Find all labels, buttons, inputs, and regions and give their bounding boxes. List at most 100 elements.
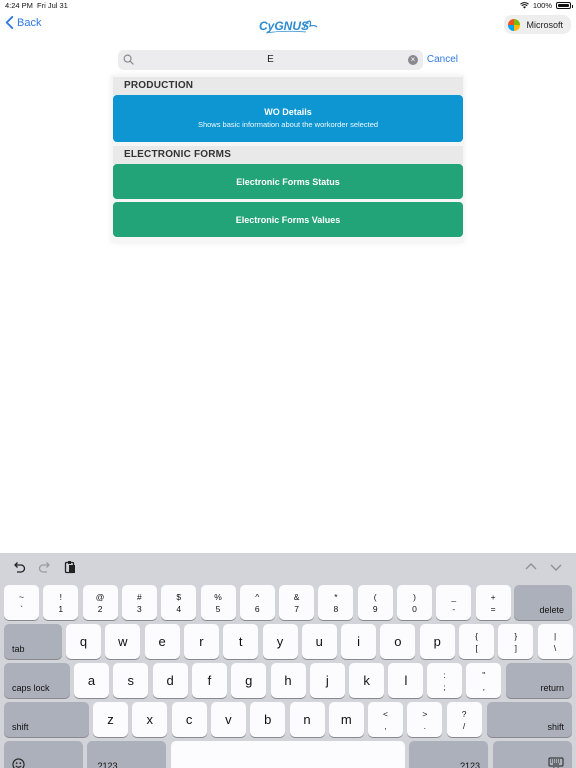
key-g[interactable]: g (231, 663, 267, 698)
key-c[interactable]: c (171, 702, 207, 737)
tab-key[interactable]: tab (4, 624, 62, 659)
key-label: c (185, 712, 193, 727)
key-1[interactable]: ! 1 (43, 585, 79, 620)
key-char: 1 (58, 603, 64, 614)
shift-left-key[interactable]: shift (4, 702, 89, 737)
key-j[interactable]: j (309, 663, 345, 698)
key-extra-z-2[interactable]: ? / (446, 702, 482, 737)
tile-wo-details[interactable]: WO Details Shows basic information about… (113, 95, 463, 142)
key-char: / (462, 720, 466, 731)
key-m[interactable]: m (328, 702, 364, 737)
space-key[interactable] (171, 741, 405, 768)
emoji-icon (12, 758, 25, 768)
key-char: 5 (215, 603, 221, 614)
key-5[interactable]: % 5 (200, 585, 236, 620)
tile-title: Electronic Forms Values (235, 215, 341, 225)
key-y[interactable]: y (262, 624, 298, 659)
tile-electronic-forms-values[interactable]: Electronic Forms Values (113, 202, 463, 237)
shift-right-key[interactable]: shift (487, 702, 572, 737)
key-k[interactable]: k (349, 663, 385, 698)
key-u[interactable]: u (301, 624, 337, 659)
key-z[interactable]: z (93, 702, 128, 737)
key-shift-char: * (334, 591, 338, 602)
key-label: v (225, 712, 232, 727)
chevron-down-icon[interactable] (549, 560, 563, 574)
key-extra-z-0[interactable]: <, (368, 702, 403, 737)
key-8[interactable]: * 8 (318, 585, 354, 620)
key-[[interactable]: {[ (459, 624, 494, 659)
tile-title: WO Details (264, 107, 312, 117)
numbers-key-right[interactable]: .?123 (409, 741, 488, 768)
key-`[interactable]: ~ ` (4, 585, 39, 620)
key-3[interactable]: #3 (121, 585, 157, 620)
keyboard-dismiss-key[interactable] (493, 741, 572, 768)
microsoft-label: Microsoft (526, 19, 563, 30)
key-q[interactable]: q (66, 624, 101, 659)
key-label: b (264, 712, 272, 727)
key-char: 4 (176, 603, 182, 614)
search-input[interactable]: E × (118, 50, 423, 70)
cancel-button[interactable]: Cancel (427, 54, 458, 65)
caps-lock-key[interactable]: caps lock (4, 663, 70, 698)
key-2[interactable]: @2 (82, 585, 118, 620)
key-9[interactable]: (9 (357, 585, 393, 620)
key-e[interactable]: e (144, 624, 180, 659)
status-right: 100% (519, 1, 573, 10)
key-=[interactable]: + = (475, 585, 511, 620)
chevron-up-icon[interactable] (524, 560, 538, 574)
key-f[interactable]: f (191, 663, 227, 698)
numbers-key[interactable]: .?123 (87, 741, 166, 768)
back-button[interactable]: Back (5, 16, 41, 29)
key-b[interactable]: b (250, 702, 286, 737)
paste-icon[interactable] (63, 560, 77, 574)
undo-icon[interactable] (12, 560, 26, 574)
key-shift-char: & (293, 591, 300, 602)
key--[interactable]: _ - (436, 585, 472, 620)
key-a[interactable]: a (74, 663, 109, 698)
key-v[interactable]: v (210, 702, 246, 737)
key-label: a (87, 673, 96, 688)
key-extra-0[interactable]: :; (427, 663, 462, 698)
redo-icon[interactable] (38, 560, 52, 574)
tile-title: Electronic Forms Status (236, 177, 340, 187)
key-l[interactable]: l (388, 663, 424, 698)
key-char: 2 (97, 603, 103, 614)
key-\[interactable]: | \ (537, 624, 573, 659)
key-7[interactable]: & 7 (279, 585, 315, 620)
key-char: 7 (294, 603, 299, 614)
key-0[interactable]: ) 0 (397, 585, 432, 620)
key-4[interactable]: $4 (161, 585, 197, 620)
key-label: delete (539, 605, 564, 615)
key-o[interactable]: o (380, 624, 416, 659)
key-s[interactable]: s (113, 663, 149, 698)
key-x[interactable]: x (132, 702, 168, 737)
on-screen-keyboard: ~ `! 1 @2 #3 $4% 5 ^ 6 & 7 * 8(9) 0 _ - + = delete tab q w e r t… (0, 553, 576, 768)
key-char: 3 (137, 603, 142, 614)
key-p[interactable]: p (419, 624, 455, 659)
key-label: caps lock (12, 683, 50, 693)
key-6[interactable]: ^ 6 (239, 585, 275, 620)
clear-search-icon[interactable]: × (408, 55, 418, 65)
key-t[interactable]: t (223, 624, 259, 659)
key-][interactable]: }] (498, 624, 534, 659)
key-d[interactable]: d (152, 663, 188, 698)
key-i[interactable]: i (341, 624, 377, 659)
keyboard-dismiss-icon (548, 757, 564, 768)
key-shift-char: : (443, 669, 446, 680)
key-n[interactable]: n (289, 702, 325, 737)
microsoft-account-button[interactable]: Microsoft (504, 15, 571, 34)
delete-key[interactable]: delete (514, 585, 572, 620)
key-label: w (118, 634, 128, 649)
emoji-key[interactable] (4, 741, 83, 768)
return-key[interactable]: return (506, 663, 572, 698)
key-extra-1[interactable]: ", (466, 663, 502, 698)
key-w[interactable]: w (105, 624, 141, 659)
key-extra-z-1[interactable]: >. (407, 702, 443, 737)
tile-electronic-forms-status[interactable]: Electronic Forms Status (113, 164, 463, 199)
section-header-production: PRODUCTION (113, 77, 463, 95)
key-r[interactable]: r (183, 624, 219, 659)
key-label: d (166, 673, 174, 688)
key-h[interactable]: h (270, 663, 306, 698)
key-label: j (325, 673, 329, 688)
key-label: f (207, 673, 212, 688)
